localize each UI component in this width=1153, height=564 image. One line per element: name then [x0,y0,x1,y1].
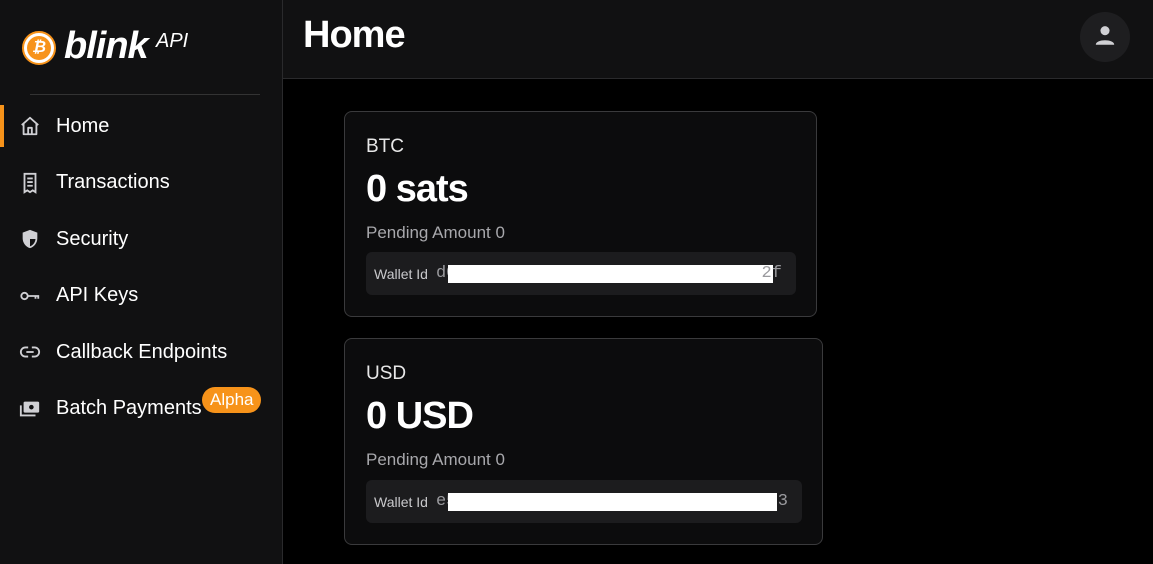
page-title: Home [303,14,406,56]
wallet-id-end: 2f [761,264,782,283]
logo-api-text: API [156,30,189,52]
blink-api-logo[interactable]: ₿ blink API [22,25,222,70]
top-bar: Home [283,0,1153,79]
shield-icon [18,227,42,251]
sidebar-item-label: Batch Payments [56,397,202,420]
wallet-pending-amount: Pending Amount 0 [366,450,505,469]
alpha-badge: Alpha [202,386,262,413]
wallet-id-end: 3 [777,492,788,511]
bitcoin-logo-icon: ₿ [22,31,56,65]
wallet-id-value: e5 3 [436,492,788,511]
home-icon [18,114,42,138]
wallet-pending-amount: Pending Amount 0 [366,223,505,242]
sidebar-item-home[interactable]: Home [0,98,282,155]
btc-wallet-card: BTC 0 sats Pending Amount 0 Wallet Id d0… [344,111,817,317]
wallet-id-row[interactable]: Wallet Id e5 3 [366,480,802,523]
receipt-icon [18,171,42,195]
wallet-currency: USD [366,363,407,384]
wallet-id-value: d0 2f [436,264,782,283]
sidebar-item-label: API Keys [56,284,139,307]
logo-brand-text: blink [64,25,149,67]
sidebar-item-api-keys[interactable]: API Keys [0,268,282,325]
wallet-id-row[interactable]: Wallet Id d0 2f [366,252,796,295]
usd-wallet-card: USD 0 USD Pending Amount 0 Wallet Id e5 … [344,338,823,545]
sidebar-item-security[interactable]: Security [0,211,282,268]
wallet-id-label: Wallet Id [374,493,428,510]
sidebar-item-label: Security [56,227,129,250]
sidebar-item-callback-endpoints[interactable]: Callback Endpoints [0,324,282,381]
account-icon [1092,22,1118,53]
sidebar-divider [30,94,260,95]
sidebar: ₿ blink API Home Transactions Security A… [0,0,283,564]
key-icon [18,284,42,308]
payments-icon [18,397,42,421]
wallet-currency: BTC [366,136,404,157]
wallet-id-redaction [447,264,773,283]
wallet-id-redaction [447,492,777,511]
sidebar-item-label: Callback Endpoints [56,340,228,363]
sidebar-item-label: Transactions [56,171,170,194]
wallet-balance: 0 sats [366,168,469,210]
sidebar-nav: Home Transactions Security API Keys Call… [0,98,282,437]
wallet-id-label: Wallet Id [374,265,428,282]
sidebar-item-batch-payments[interactable]: Batch Payments Alpha [0,381,282,438]
account-button[interactable] [1080,12,1130,62]
sidebar-item-label: Home [56,114,110,137]
wallet-balance: 0 USD [366,395,474,437]
sidebar-item-transactions[interactable]: Transactions [0,155,282,212]
link-icon [18,340,42,364]
